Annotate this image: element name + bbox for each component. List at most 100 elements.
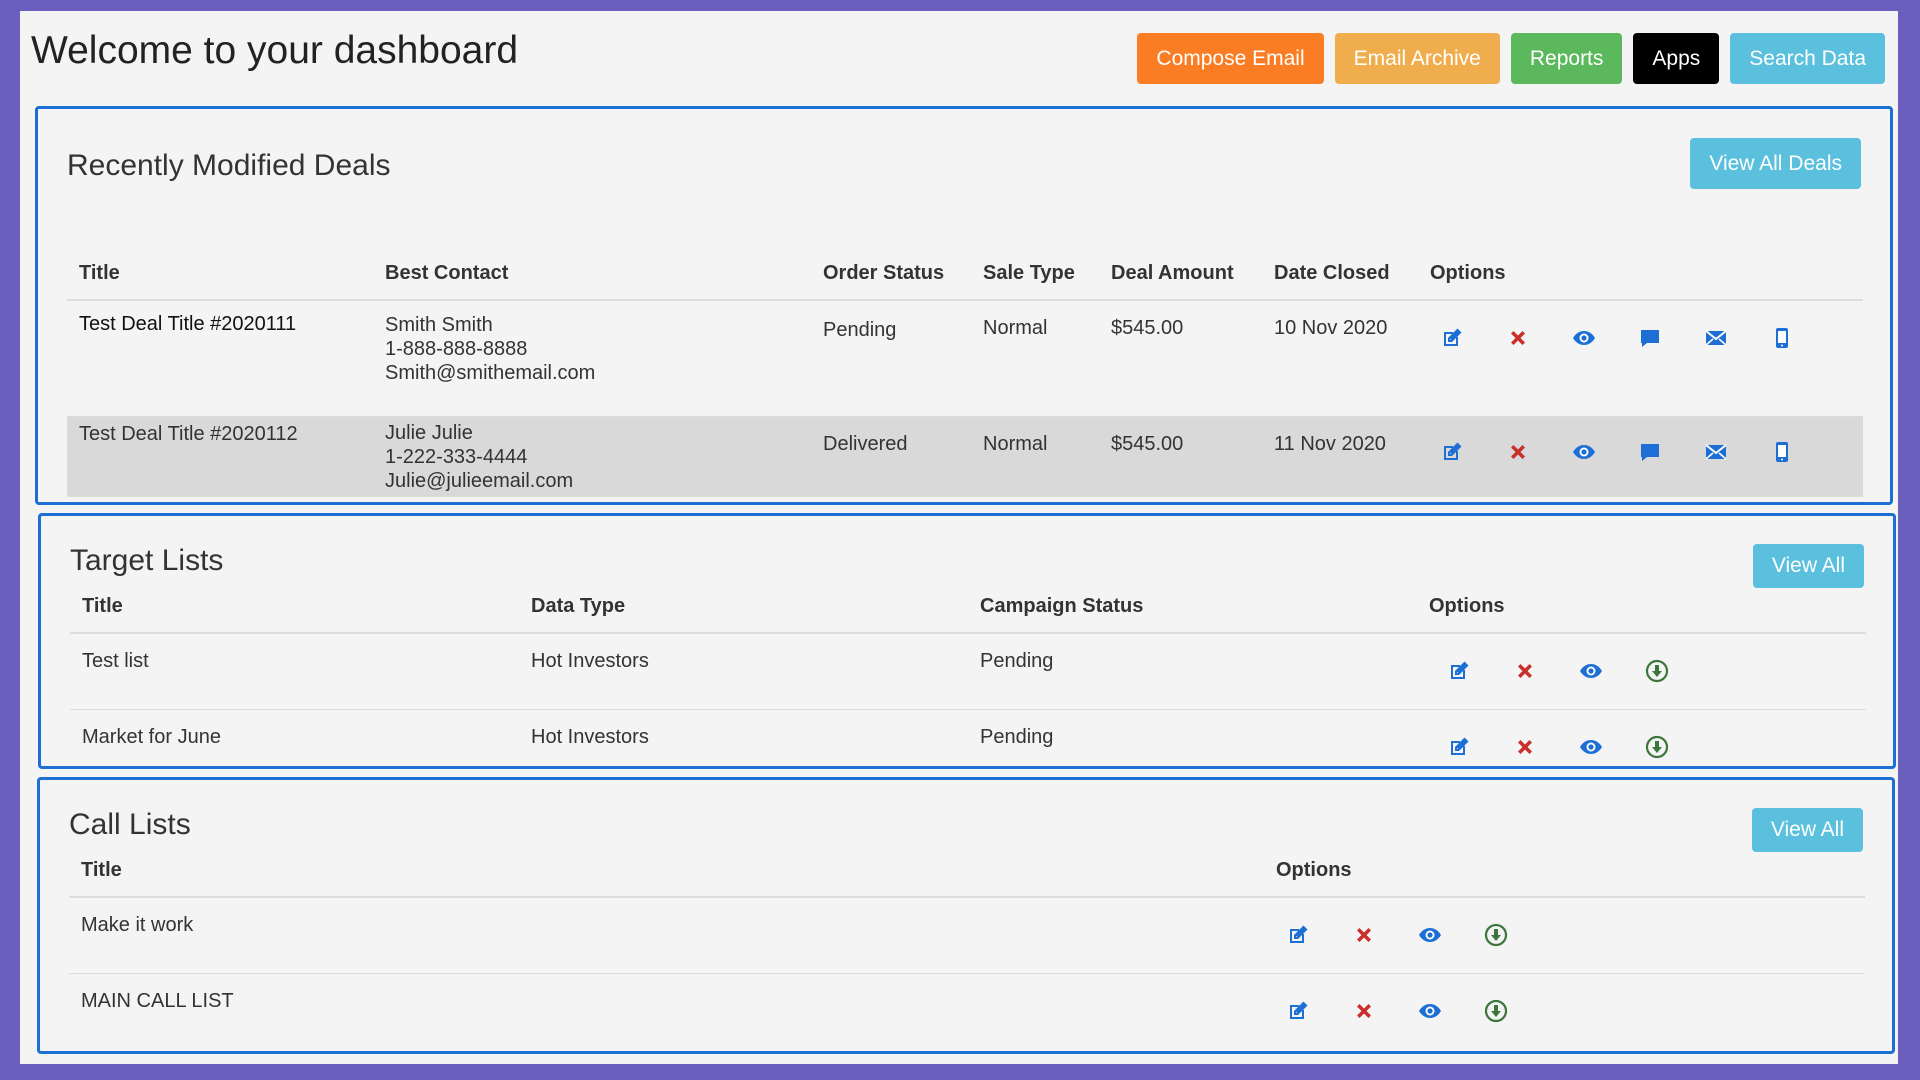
contact-phone: 1-222-333-4444 [385, 445, 528, 468]
deal-contact: Julie Julie 1-222-333-4444 Julie@julieem… [373, 416, 811, 496]
call-list-title[interactable]: MAIN CALL LIST [69, 973, 1264, 1033]
search-data-button[interactable]: Search Data [1730, 33, 1885, 84]
call-lists-panel: Call Lists View All Title Options Make i… [37, 777, 1895, 1054]
row-options [1417, 709, 1866, 765]
column-header: Title [82, 595, 123, 617]
delete-icon[interactable] [1503, 656, 1569, 686]
column-header: Campaign Status [980, 595, 1144, 617]
eye-icon[interactable] [1562, 437, 1628, 467]
reports-button[interactable]: Reports [1510, 33, 1623, 84]
edit-icon[interactable] [1437, 656, 1503, 686]
deal-contact: Smith Smith 1-888-888-8888 Smith@smithem… [373, 300, 811, 416]
eye-icon[interactable] [1569, 732, 1635, 762]
row-options [1264, 973, 1865, 1033]
call-list-title[interactable]: Make it work [69, 897, 1264, 973]
target-lists-title: Target Lists [70, 544, 224, 577]
edit-icon[interactable] [1430, 323, 1496, 353]
contact-name: Julie Julie [385, 421, 473, 444]
edit-icon[interactable] [1437, 732, 1503, 762]
eye-icon[interactable] [1408, 996, 1474, 1026]
column-header: Options [1430, 262, 1506, 284]
column-header: Title [81, 859, 122, 881]
sale-type: Normal [983, 317, 1048, 339]
email-archive-button[interactable]: Email Archive [1334, 33, 1500, 84]
deal-title[interactable]: Test Deal Title #2020111 [67, 300, 373, 416]
target-title[interactable]: Test list [70, 633, 519, 709]
contact-phone: 1-888-888-8888 [385, 338, 528, 360]
table-row: Test Deal Title #2020111 Smith Smith 1-8… [67, 300, 1863, 416]
table-row: Test list Hot Investors Pending [70, 633, 1866, 709]
target-status: Pending [980, 650, 1054, 672]
header-toolbar: Compose Email Email Archive Reports Apps… [1137, 33, 1885, 84]
download-icon[interactable] [1474, 920, 1540, 950]
column-header: Options [1429, 595, 1505, 617]
column-header: Sale Type [983, 262, 1075, 284]
delete-icon[interactable] [1342, 920, 1408, 950]
row-options [1418, 416, 1863, 496]
call-lists-title: Call Lists [69, 808, 191, 841]
eye-icon[interactable] [1569, 656, 1635, 686]
order-status: Pending [823, 319, 897, 341]
column-header: Order Status [823, 262, 945, 284]
envelope-icon[interactable] [1694, 437, 1760, 467]
date-closed: 11 Nov 2020 [1274, 432, 1386, 455]
page-title: Welcome to your dashboard [31, 29, 519, 72]
download-icon[interactable] [1635, 656, 1701, 686]
mobile-icon[interactable] [1760, 323, 1826, 353]
eye-icon[interactable] [1562, 323, 1628, 353]
target-status: Pending [980, 725, 1054, 748]
mobile-icon[interactable] [1760, 437, 1826, 467]
row-options [1417, 633, 1866, 709]
chat-icon[interactable] [1628, 323, 1694, 353]
table-row: Test Deal Title #2020112 Julie Julie 1-2… [67, 416, 1863, 496]
table-header-row: Title Data Type Campaign Status Options [70, 588, 1866, 633]
download-icon[interactable] [1635, 732, 1701, 762]
table-row: MAIN CALL LIST [69, 973, 1865, 1033]
row-options [1418, 300, 1863, 416]
deal-title[interactable]: Test Deal Title #2020112 [67, 416, 373, 496]
column-header: Date Closed [1274, 262, 1390, 284]
column-header: Data Type [531, 595, 626, 617]
deals-panel-title: Recently Modified Deals [67, 149, 391, 182]
edit-icon[interactable] [1276, 920, 1342, 950]
contact-email: Julie@julieemail.com [385, 469, 574, 492]
date-closed: 10 Nov 2020 [1274, 317, 1388, 339]
column-header: Deal Amount [1111, 262, 1234, 284]
view-all-deals-button[interactable]: View All Deals [1690, 138, 1861, 189]
eye-icon[interactable] [1408, 920, 1474, 950]
view-all-calls-button[interactable]: View All [1751, 808, 1863, 852]
dashboard-frame: Welcome to your dashboard Compose Email … [20, 11, 1898, 1064]
contact-name: Smith Smith [385, 314, 493, 336]
download-icon[interactable] [1474, 996, 1540, 1026]
call-lists-table: Title Options Make it work MAIN CALL LIS… [69, 852, 1865, 1033]
table-header-row: Title Options [69, 852, 1865, 897]
view-all-targets-button[interactable]: View All [1752, 544, 1864, 588]
envelope-icon[interactable] [1694, 323, 1760, 353]
delete-icon[interactable] [1496, 323, 1562, 353]
contact-email: Smith@smithemail.com [385, 362, 596, 384]
target-data-type: Hot Investors [531, 725, 649, 748]
target-title[interactable]: Market for June [70, 709, 519, 765]
order-status: Delivered [823, 432, 908, 455]
target-lists-panel: Target Lists View All Title Data Type Ca… [38, 513, 1896, 769]
deals-table: Title Best Contact Order Status Sale Typ… [67, 254, 1863, 497]
deal-amount: $545.00 [1111, 432, 1184, 455]
deals-panel: Recently Modified Deals View All Deals T… [35, 106, 1893, 505]
apps-button[interactable]: Apps [1633, 33, 1720, 84]
compose-email-button[interactable]: Compose Email [1137, 33, 1324, 84]
row-options [1264, 897, 1865, 973]
column-header: Options [1276, 859, 1352, 881]
column-header: Best Contact [385, 262, 509, 284]
target-data-type: Hot Investors [531, 650, 649, 672]
delete-icon[interactable] [1503, 732, 1569, 762]
delete-icon[interactable] [1342, 996, 1408, 1026]
table-row: Market for June Hot Investors Pending [70, 709, 1866, 765]
column-header: Title [79, 262, 120, 284]
deal-amount: $545.00 [1111, 317, 1184, 339]
target-lists-table: Title Data Type Campaign Status Options … [70, 588, 1866, 765]
chat-icon[interactable] [1628, 437, 1694, 467]
edit-icon[interactable] [1276, 996, 1342, 1026]
edit-icon[interactable] [1430, 437, 1496, 467]
table-header-row: Title Best Contact Order Status Sale Typ… [67, 254, 1863, 300]
delete-icon[interactable] [1496, 437, 1562, 467]
